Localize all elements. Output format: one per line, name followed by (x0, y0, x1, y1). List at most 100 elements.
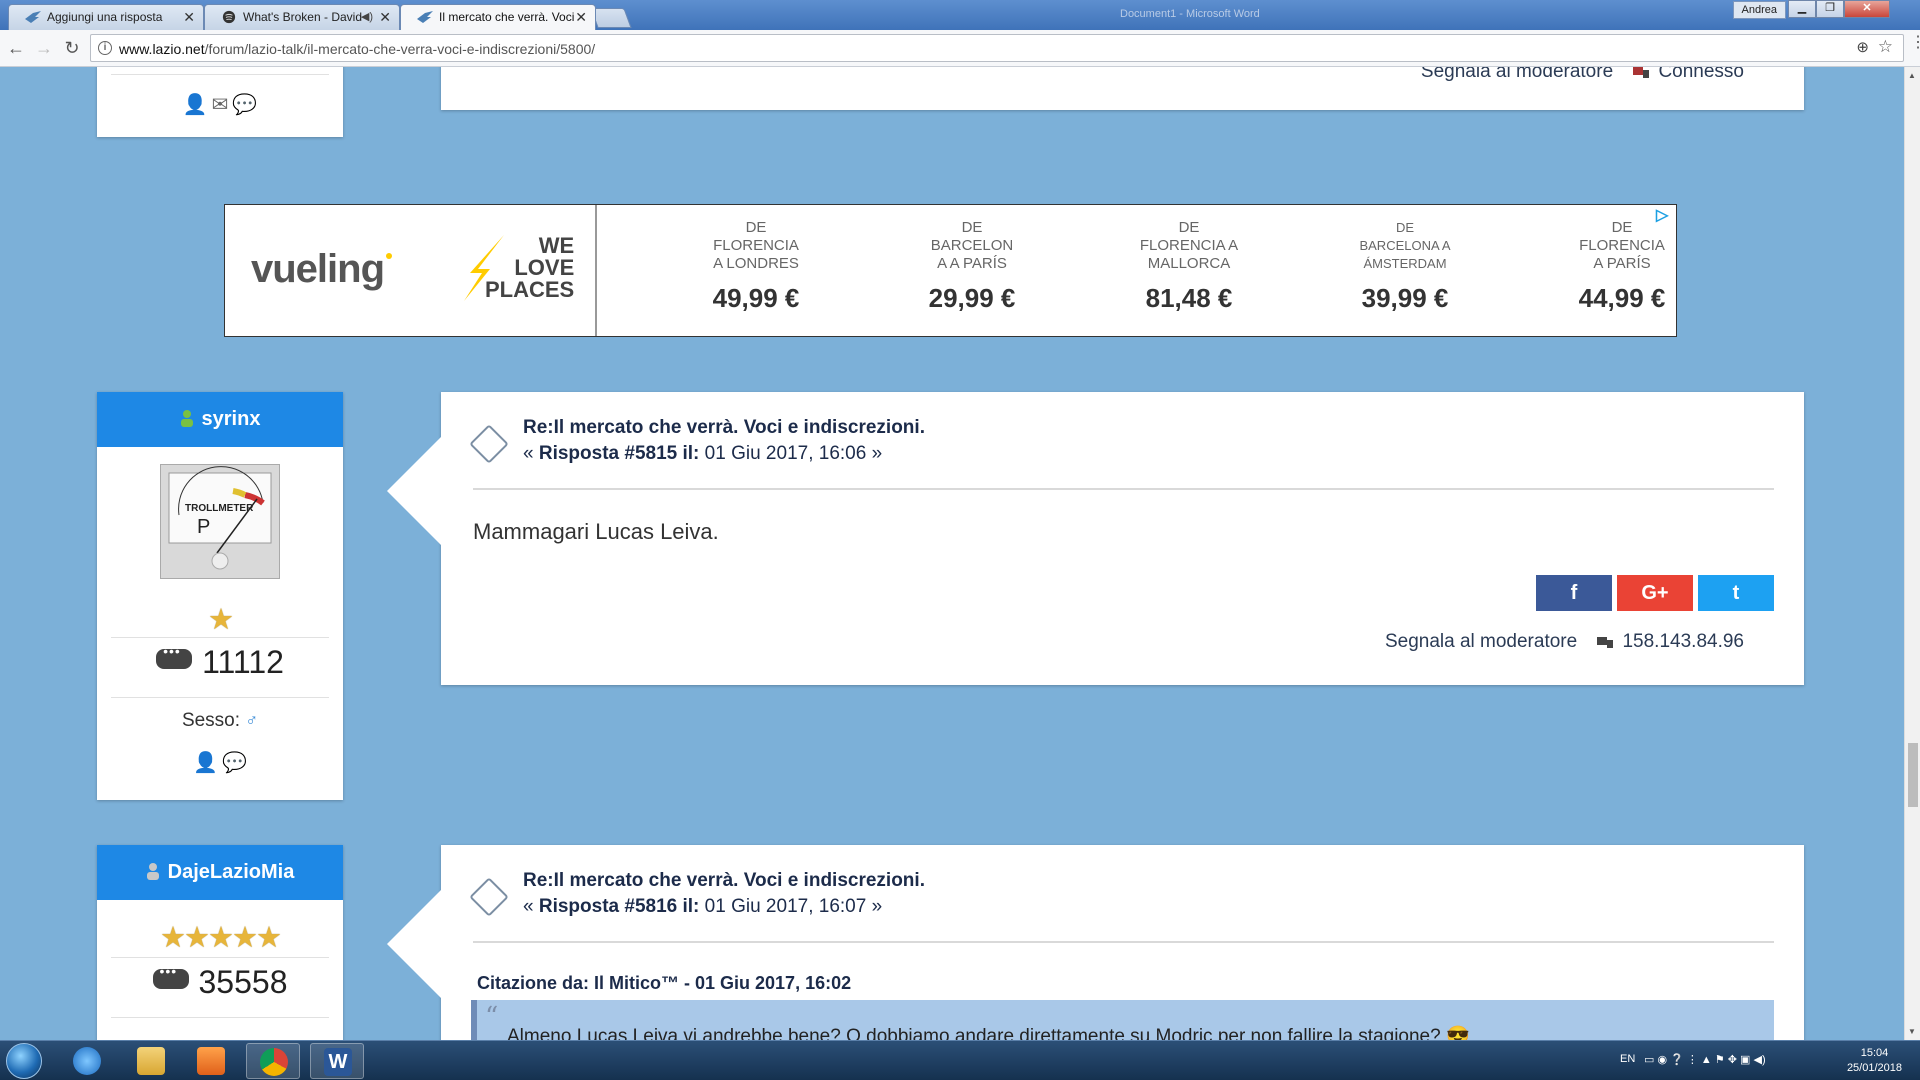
ad-route[interactable]: DE BARCELONA A ÁMSTERDAM 39,99 € (1325, 219, 1485, 314)
report-moderator-link[interactable]: Segnala al moderatore 158.143.84.96 (1385, 631, 1744, 653)
maximize-button[interactable]: ❐ (1816, 0, 1844, 18)
reload-icon[interactable]: ↻ (60, 36, 84, 60)
ip-icon (1597, 637, 1614, 648)
tab-mercato[interactable]: Il mercato che verrà. Voci ✕ (400, 4, 596, 30)
lazio-eagle-icon (417, 11, 433, 23)
start-button[interactable] (6, 1043, 42, 1079)
post-count: 35558 (97, 963, 343, 1001)
url-text[interactable]: www.lazio.net/forum/lazio-talk/il-mercat… (119, 41, 595, 57)
post-5816: Re:Il mercato che verrà. Voci e indiscre… (387, 845, 1804, 1040)
profile-icon[interactable]: 👤 (183, 92, 208, 117)
user-online-icon (180, 410, 193, 427)
taskbar-ie[interactable] (60, 1043, 114, 1079)
chrome-menu-icon[interactable]: ⋮ (1910, 35, 1920, 51)
bookmark-star-icon[interactable]: ☆ (1878, 37, 1893, 57)
prev-user-card: 👤 ✉ 💬 (97, 67, 343, 137)
clock[interactable]: 15:04 25/01/2018 (1847, 1046, 1902, 1076)
avatar[interactable]: TROLLMETER P (160, 464, 280, 579)
audio-playing-icon[interactable]: ◀) (361, 5, 373, 29)
google-plus-share-button[interactable]: G+ (1617, 575, 1693, 611)
scrollbar-thumb[interactable] (1908, 743, 1918, 807)
post-icon (469, 877, 509, 917)
taskbar-media-player[interactable] (184, 1043, 238, 1079)
quote-box: “ Almeno Lucas Leiva vi andrebbe bene? O… (471, 1000, 1774, 1040)
address-bar[interactable]: i www.lazio.net/forum/lazio-talk/il-merc… (90, 34, 1904, 62)
ad-route[interactable]: DE FLORENCIA A MALLORCA 81,48 € (1109, 219, 1269, 314)
tab-close-icon[interactable]: ✕ (183, 5, 195, 29)
posts-bubble-icon (156, 643, 193, 669)
ad-slogan: WE LOVE PLACES (485, 233, 575, 302)
ad-route[interactable]: DE FLORENCIA A PARÍS 44,99 € (1542, 219, 1702, 314)
profile-button[interactable]: Andrea (1732, 1, 1786, 19)
back-icon[interactable]: ← (4, 36, 28, 60)
scroll-up-icon[interactable]: ▲ (1908, 71, 1916, 80)
twitter-share-button[interactable]: t (1698, 575, 1774, 611)
spotify-icon (222, 10, 236, 24)
ad-route[interactable]: DE FLORENCIA A LONDRES 49,99 € (676, 219, 836, 314)
prev-post-card: Segnala al moderatore Connesso (441, 67, 1804, 110)
tab-aggiungi-risposta[interactable]: Aggiungi una risposta ✕ (8, 4, 204, 30)
ie-icon (73, 1047, 101, 1075)
windows-taskbar: W EN ▭ ◉ ❔ ⋮ ▲ ⚑ ✥ ▣ ◀) 15:04 25/01/2018 (0, 1040, 1920, 1080)
user-header[interactable]: syrinx (97, 392, 343, 447)
profile-icon[interactable]: 👤 (193, 750, 218, 775)
prev-user-icons: 👤 ✉ 💬 (97, 92, 343, 117)
user-card-dajelaziomia: DajeLazioMia ★★★★★ 35558 (97, 845, 343, 1040)
tray-icons[interactable]: ▭ ◉ ❔ ⋮ ▲ ⚑ ✥ ▣ ◀) (1644, 1053, 1766, 1066)
tab-close-icon[interactable]: ✕ (379, 5, 391, 29)
language-indicator[interactable]: EN (1620, 1053, 1635, 1065)
quote-header[interactable]: Citazione da: Il Mitico™ - 01 Giu 2017, … (477, 973, 851, 994)
quote-mark-icon: “ (485, 1002, 499, 1032)
chrome-icon (260, 1048, 288, 1076)
quote-text: Almeno Lucas Leiva vi andrebbe bene? O d… (507, 1026, 1470, 1040)
route-price: 81,48 € (1145, 283, 1233, 313)
pm-icon[interactable]: 💬 (232, 92, 257, 117)
tab-title: Aggiungi una risposta (47, 10, 163, 24)
sex-field: Sesso: ♂ (181, 710, 259, 731)
username[interactable]: DajeLazioMia (168, 861, 295, 883)
post-5815: Re:Il mercato che verrà. Voci e indiscre… (387, 392, 1804, 685)
adchoices-icon[interactable]: ▷ (1656, 205, 1676, 225)
taskbar-explorer[interactable] (124, 1043, 178, 1079)
route-price: 44,99 € (1578, 283, 1666, 313)
route-price: 39,99 € (1361, 283, 1449, 313)
word-icon: W (324, 1048, 352, 1076)
ad-route[interactable]: DE BARCELON A A PARÍS 29,99 € (892, 219, 1052, 314)
taskbar-chrome[interactable] (246, 1043, 300, 1079)
browser-titlebar: Aggiungi una risposta ✕ What's Broken - … (0, 0, 1920, 30)
window-title: Document1 - Microsoft Word (1120, 8, 1260, 20)
post-title[interactable]: Re:Il mercato che verrà. Voci e indiscre… (523, 417, 925, 439)
lazio-eagle-icon (25, 11, 41, 23)
male-icon: ♂ (245, 711, 259, 730)
new-tab-button[interactable] (590, 8, 632, 28)
user-header[interactable]: DajeLazioMia (97, 845, 343, 900)
route-price: 29,99 € (928, 283, 1016, 313)
trollmeter-avatar: TROLLMETER P (161, 465, 279, 578)
post-meta: « Risposta #5816 il: 01 Giu 2017, 16:07 … (523, 896, 883, 917)
tab-close-icon[interactable]: ✕ (575, 5, 587, 29)
forward-icon[interactable]: → (32, 36, 56, 60)
svg-text:TROLLMETER: TROLLMETER (185, 503, 254, 514)
post-title[interactable]: Re:Il mercato che verrà. Voci e indiscre… (523, 870, 925, 892)
user-icons: 👤 💬 (97, 750, 343, 775)
email-icon[interactable]: ✉ (212, 92, 229, 117)
pm-icon[interactable]: 💬 (222, 750, 247, 775)
facebook-share-button[interactable]: f (1536, 575, 1612, 611)
taskbar-word[interactable]: W (310, 1043, 364, 1079)
page-scrollbar[interactable]: ▲ ▼ (1904, 67, 1920, 1040)
minimize-button[interactable]: ▁ (1788, 0, 1816, 18)
ip-icon (1633, 67, 1650, 78)
site-info-icon[interactable]: i (98, 41, 112, 55)
close-window-button[interactable]: ✕ (1844, 0, 1890, 18)
scroll-down-icon[interactable]: ▼ (1908, 1027, 1916, 1036)
prev-report-link[interactable]: Segnala al moderatore Connesso (1421, 67, 1744, 83)
zoom-icon[interactable]: ⊕ (1856, 38, 1869, 56)
user-card-syrinx: syrinx TROLLMETER P ★ 11112 Sesso: ♂ 👤💬 (97, 392, 343, 800)
vueling-logo: vueling (251, 247, 393, 291)
username[interactable]: syrinx (202, 408, 261, 430)
tab-title: Il mercato che verrà. Voci (439, 10, 575, 24)
route-price: 49,99 € (712, 283, 800, 313)
vueling-ad-banner[interactable]: vueling WE LOVE PLACES DE FLORENCIA A LONDRE… (224, 204, 1677, 337)
tab-whats-broken[interactable]: What's Broken - David ◀) ✕ (204, 4, 400, 30)
folder-icon (137, 1047, 165, 1075)
